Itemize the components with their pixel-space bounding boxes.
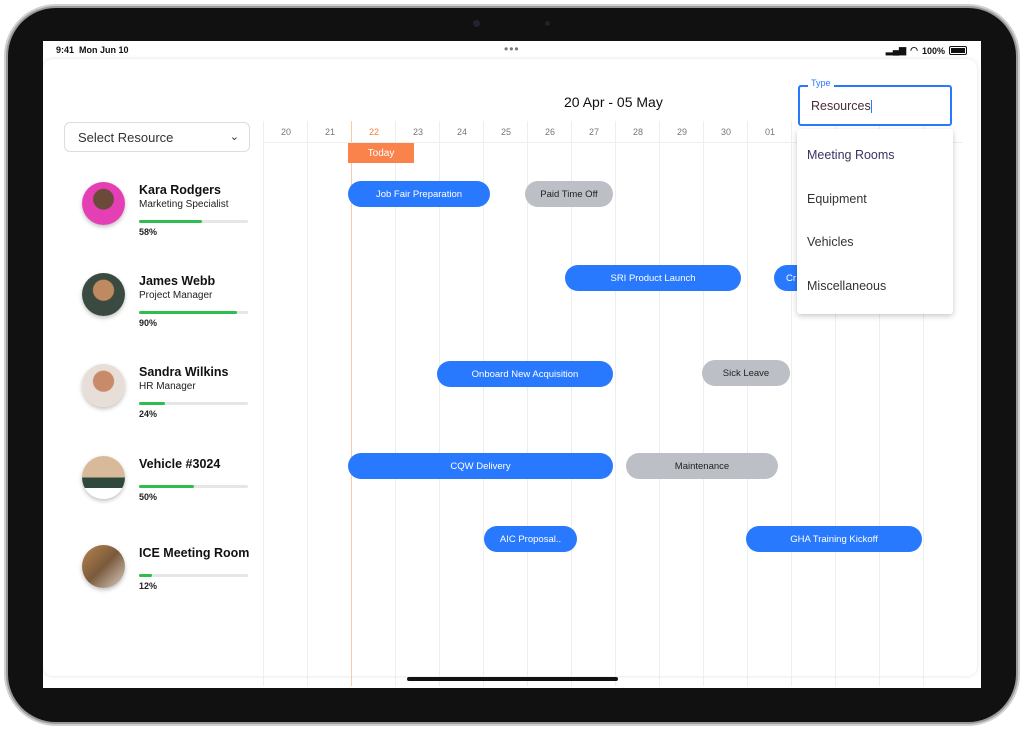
resource-sandra-wilkins[interactable]: Sandra Wilkins HR Manager 24% [82, 364, 282, 424]
camera-icon [473, 20, 480, 27]
signal-icon: ▂▄▆ [885, 45, 907, 55]
avatar [82, 364, 125, 407]
utilization-fill [139, 402, 166, 405]
event-paid-time-off[interactable]: Paid Time Off [525, 181, 613, 207]
day-column: 28 [615, 121, 659, 686]
resource-name: Kara Rodgers [139, 183, 221, 197]
avatar [82, 182, 125, 225]
select-resource-dropdown[interactable]: Select Resource ⌄ [64, 122, 250, 152]
resource-ice-meeting-room[interactable]: ICE Meeting Room 12% [82, 545, 282, 605]
day-label: 29 [676, 127, 687, 137]
day-label: 25 [500, 127, 511, 137]
utilization-fill [139, 311, 238, 314]
day-label: 24 [456, 127, 467, 137]
sensor-icon [545, 21, 550, 26]
type-value-text: Resources [811, 99, 871, 113]
type-options-menu: Meeting Rooms Equipment Vehicles Miscell… [797, 129, 953, 314]
resource-kara-rodgers[interactable]: Kara Rodgers Marketing Specialist 58% [82, 182, 282, 242]
multitask-dots-icon[interactable]: ••• [504, 42, 520, 56]
type-input[interactable]: Type Resources [798, 78, 952, 126]
battery-icon [949, 46, 967, 55]
utilization-fill [139, 485, 194, 488]
event-sick-leave[interactable]: Sick Leave [702, 360, 790, 386]
battery-percent: 100% [921, 45, 945, 56]
day-column: 30 [703, 121, 747, 686]
day-column: 29 [659, 121, 703, 686]
option-vehicles[interactable]: Vehicles [807, 235, 854, 249]
screen: 9:41 Mon Jun 10 ••• ▂▄▆ ◠ 100% 20 Apr - … [43, 41, 981, 688]
resource-role: Project Manager [139, 290, 213, 301]
resource-james-webb[interactable]: James Webb Project Manager 90% [82, 273, 282, 333]
status-bar: 9:41 Mon Jun 10 ••• ▂▄▆ ◠ 100% [43, 41, 981, 59]
home-indicator [407, 677, 618, 681]
resource-vehicle-3024[interactable]: Vehicle #3024 50% [82, 456, 282, 516]
avatar [82, 456, 125, 499]
text-caret [870, 100, 872, 114]
utilization-bar [139, 574, 248, 577]
select-resource-placeholder: Select Resource [78, 129, 174, 145]
day-column: 21 [307, 121, 351, 686]
utilization-bar [139, 220, 248, 223]
utilization-percent: 24% [139, 409, 158, 419]
utilization-fill [139, 574, 153, 577]
utilization-bar [139, 485, 248, 488]
type-label: Type [808, 78, 834, 88]
chevron-down-icon: ⌄ [229, 131, 239, 143]
event-job-fair-preparation[interactable]: Job Fair Preparation [348, 181, 490, 207]
status-right: ▂▄▆ ◠ 100% [886, 45, 967, 56]
today-marker: Today [348, 143, 414, 163]
resource-role: Marketing Specialist [139, 199, 229, 210]
event-sri-product-launch[interactable]: SRI Product Launch [565, 265, 741, 291]
utilization-bar [139, 402, 248, 405]
event-gha-training-kickoff[interactable]: GHA Training Kickoff [746, 526, 922, 552]
day-label: 20 [280, 127, 291, 137]
type-value: Resources [811, 99, 872, 114]
status-time: 9:41 Mon Jun 10 [56, 45, 129, 55]
resource-name: James Webb [139, 274, 216, 288]
day-label: 28 [632, 127, 643, 137]
event-cqw-delivery[interactable]: CQW Delivery [348, 453, 613, 479]
date-text: Mon Jun 10 [79, 45, 129, 55]
wifi-icon: ◠ [910, 45, 918, 55]
scheduler-card: 20 Apr - 05 May Select Resource ⌄ 20 21 22… [43, 59, 977, 686]
utilization-percent: 90% [139, 318, 158, 328]
time-text: 9:41 [56, 45, 75, 55]
day-column: 01 [747, 121, 791, 686]
day-label: 01 [764, 127, 775, 137]
utilization-percent: 50% [139, 492, 158, 502]
option-miscellaneous[interactable]: Miscellaneous [807, 279, 886, 293]
date-range-title: 20 Apr - 05 May [564, 94, 663, 110]
event-aic-proposal[interactable]: AIC Proposal.. [484, 526, 577, 552]
resource-name: ICE Meeting Room [139, 546, 250, 560]
avatar [82, 273, 125, 316]
avatar [82, 545, 125, 588]
utilization-percent: 12% [139, 581, 158, 591]
day-label: 23 [412, 127, 423, 137]
day-label: 22 [368, 127, 379, 137]
resource-name: Vehicle #3024 [139, 457, 221, 471]
day-label: 27 [588, 127, 599, 137]
utilization-fill [139, 220, 203, 223]
utilization-percent: 58% [139, 227, 158, 237]
resource-role: HR Manager [139, 381, 196, 392]
option-equipment[interactable]: Equipment [807, 192, 867, 206]
day-column: 25 [483, 121, 527, 686]
resource-name: Sandra Wilkins [139, 365, 229, 379]
day-label: 30 [720, 127, 731, 137]
day-label: 21 [324, 127, 335, 137]
utilization-bar [139, 311, 248, 314]
day-label: 26 [544, 127, 555, 137]
event-onboard-new-acquisition[interactable]: Onboard New Acquisition [437, 361, 613, 387]
option-meeting-rooms[interactable]: Meeting Rooms [807, 148, 895, 162]
event-maintenance[interactable]: Maintenance [626, 453, 778, 479]
